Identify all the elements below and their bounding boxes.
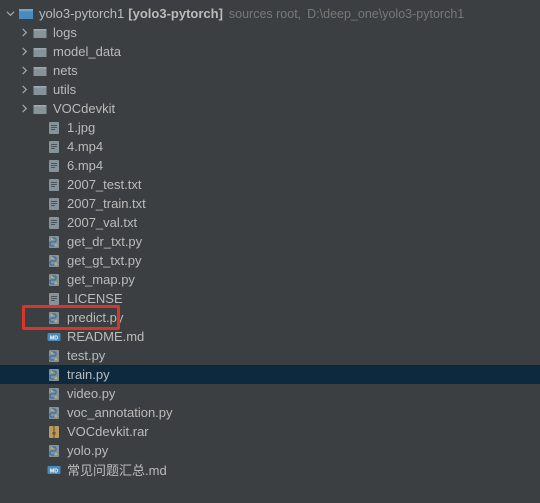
svg-text:MD: MD <box>50 335 59 341</box>
tree-file-row[interactable]: get_map.py <box>0 270 540 289</box>
markdown-file-icon: MD <box>46 329 62 345</box>
tree-file-row[interactable]: get_gt_txt.py <box>0 251 540 270</box>
tree-file-row[interactable]: 2007_train.txt <box>0 194 540 213</box>
folder-icon <box>32 82 48 98</box>
tree-item-label: VOCdevkit <box>53 101 115 116</box>
tree-item-label: train.py <box>67 367 110 382</box>
text-file-icon <box>46 215 62 231</box>
tree-file-row[interactable]: 4.mp4 <box>0 137 540 156</box>
svg-text:MD: MD <box>50 468 59 474</box>
tree-file-row[interactable]: train.py <box>0 365 540 384</box>
python-file-icon <box>46 310 62 326</box>
text-file-icon <box>46 139 62 155</box>
root-name: yolo3-pytorch1 <box>39 6 124 21</box>
tree-item-label: voc_annotation.py <box>67 405 173 420</box>
tree-file-row[interactable]: 1.jpg <box>0 118 540 137</box>
python-file-icon <box>46 348 62 364</box>
tree-folder-row[interactable]: utils <box>0 80 540 99</box>
python-file-icon <box>46 367 62 383</box>
tree-item-label: logs <box>53 25 77 40</box>
chevron-right-icon[interactable] <box>18 84 30 96</box>
tree-file-row[interactable]: video.py <box>0 384 540 403</box>
tree-item-label: video.py <box>67 386 115 401</box>
tree-item-label: 2007_train.txt <box>67 196 146 211</box>
folder-root-icon <box>18 6 34 22</box>
python-file-icon <box>46 272 62 288</box>
markdown-file-icon: MD <box>46 462 62 478</box>
tree-item-label: 1.jpg <box>67 120 95 135</box>
python-file-icon <box>46 443 62 459</box>
tree-item-label: VOCdevkit.rar <box>67 424 149 439</box>
chevron-right-icon[interactable] <box>18 46 30 58</box>
tree-file-row[interactable]: yolo.py <box>0 441 540 460</box>
tree-file-row[interactable]: 2007_val.txt <box>0 213 540 232</box>
text-file-icon <box>46 177 62 193</box>
project-tree: yolo3-pytorch1 [yolo3-pytorch] sources r… <box>0 0 540 483</box>
tree-item-label: get_dr_txt.py <box>67 234 142 249</box>
tree-folder-row[interactable]: VOCdevkit <box>0 99 540 118</box>
tree-item-label: get_gt_txt.py <box>67 253 141 268</box>
python-file-icon <box>46 234 62 250</box>
tree-file-row[interactable]: VOCdevkit.rar <box>0 422 540 441</box>
tree-item-label: model_data <box>53 44 121 59</box>
folder-icon <box>32 101 48 117</box>
tree-file-row[interactable]: MD README.md <box>0 327 540 346</box>
chevron-down-icon[interactable] <box>4 8 16 20</box>
archive-file-icon <box>46 424 62 440</box>
tree-file-row[interactable]: 6.mp4 <box>0 156 540 175</box>
tree-item-label: 6.mp4 <box>67 158 103 173</box>
tree-item-label: 4.mp4 <box>67 139 103 154</box>
tree-folder-row[interactable]: logs <box>0 23 540 42</box>
tree-file-row[interactable]: get_dr_txt.py <box>0 232 540 251</box>
root-module: [yolo3-pytorch] <box>128 6 223 21</box>
chevron-right-icon[interactable] <box>18 65 30 77</box>
tree-file-row[interactable]: voc_annotation.py <box>0 403 540 422</box>
tree-item-label: 2007_test.txt <box>67 177 141 192</box>
chevron-right-icon[interactable] <box>18 103 30 115</box>
python-file-icon <box>46 386 62 402</box>
folder-icon <box>32 44 48 60</box>
tree-item-label: 常见问题汇总.md <box>67 460 167 479</box>
tree-item-label: yolo.py <box>67 443 108 458</box>
tree-file-row[interactable]: MD 常见问题汇总.md <box>0 460 540 479</box>
python-file-icon <box>46 405 62 421</box>
text-file-icon <box>46 158 62 174</box>
folder-icon <box>32 25 48 41</box>
root-tag: sources root, <box>229 7 301 21</box>
tree-item-label: nets <box>53 63 78 78</box>
tree-item-label: 2007_val.txt <box>67 215 137 230</box>
folder-icon <box>32 63 48 79</box>
tree-root-row[interactable]: yolo3-pytorch1 [yolo3-pytorch] sources r… <box>0 4 540 23</box>
tree-item-label: README.md <box>67 329 144 344</box>
text-file-icon <box>46 120 62 136</box>
tree-file-row[interactable]: predict.py <box>0 308 540 327</box>
text-file-icon <box>46 291 62 307</box>
tree-item-label: utils <box>53 82 76 97</box>
root-path: D:\deep_one\yolo3-pytorch1 <box>307 7 464 21</box>
tree-file-row[interactable]: 2007_test.txt <box>0 175 540 194</box>
tree-item-label: test.py <box>67 348 105 363</box>
tree-item-label: predict.py <box>67 310 123 325</box>
tree-folder-row[interactable]: nets <box>0 61 540 80</box>
tree-file-row[interactable]: test.py <box>0 346 540 365</box>
python-file-icon <box>46 253 62 269</box>
tree-item-label: get_map.py <box>67 272 135 287</box>
chevron-right-icon[interactable] <box>18 27 30 39</box>
tree-file-row[interactable]: LICENSE <box>0 289 540 308</box>
tree-item-label: LICENSE <box>67 291 123 306</box>
text-file-icon <box>46 196 62 212</box>
tree-folder-row[interactable]: model_data <box>0 42 540 61</box>
